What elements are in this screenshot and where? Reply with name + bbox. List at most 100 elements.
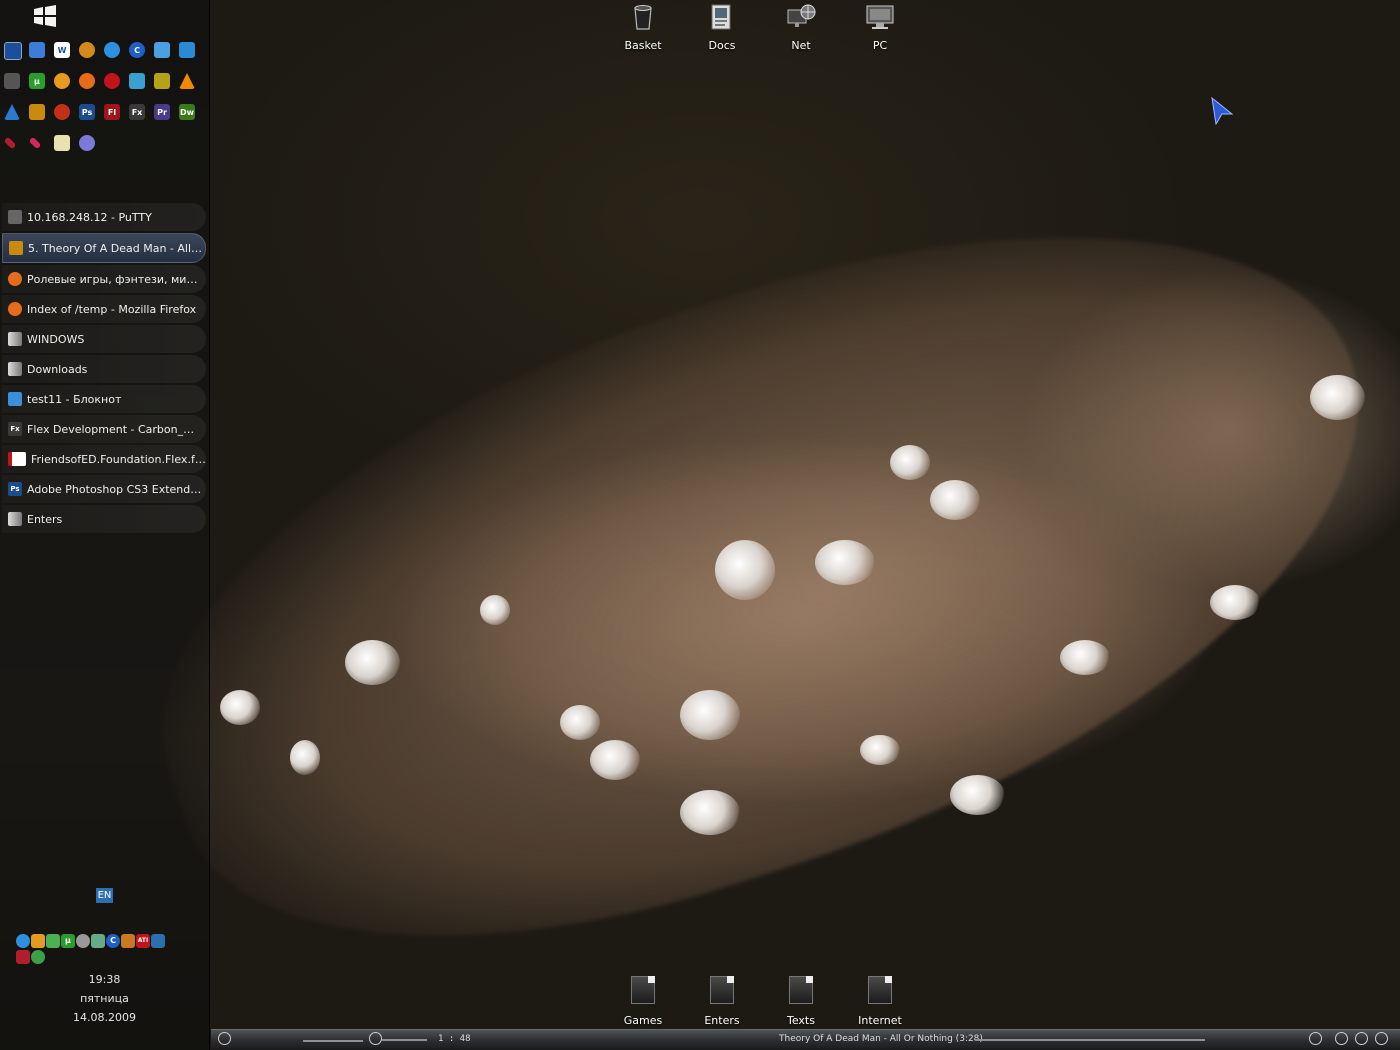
task-item[interactable]: Fx Flex Development - Carbon_mai... [2,415,206,443]
desktop-icon-label: PC [872,39,888,52]
quicklaunch-firefox-icon[interactable] [79,73,95,89]
desktop-icon-pc[interactable]: PC [850,2,910,52]
photoshop-icon: Ps [8,482,22,496]
quicklaunch-settings-icon[interactable] [179,42,195,58]
desktop-icon-label: Basket [624,39,662,52]
firefox-icon [8,302,22,316]
clock[interactable]: 19:38 пятница 14.08.2009 [0,970,209,1027]
tray-network-icon[interactable] [46,934,60,948]
media-prev-button[interactable] [1309,1032,1322,1045]
wallpaper-drop [930,480,980,520]
quicklaunch-document-icon[interactable] [29,42,45,58]
quicklaunch-vlc-icon[interactable] [179,73,195,89]
tray-display-icon[interactable] [151,934,165,948]
task-item[interactable]: Ролевые игры, фэнтези, мифо... [2,265,206,293]
windows-start-icon[interactable] [32,4,58,28]
task-item[interactable]: WINDOWS [2,325,206,353]
desktop-icon-docs[interactable]: Docs [692,2,752,52]
task-item-label: test11 - Блокнот [27,392,122,406]
tray-ati-icon[interactable]: ATI [136,934,150,948]
tray-tool-icon[interactable] [91,934,105,948]
tray-utorrent-icon[interactable]: µ [61,934,75,948]
wallpaper-drop [1310,375,1365,420]
desktop-icon-label: Net [791,39,811,52]
quicklaunch-flex-icon[interactable]: Fx [129,104,145,120]
task-item[interactable]: test11 - Блокнот [2,385,206,413]
folder-icon [8,332,22,346]
basket-icon [634,5,652,30]
desktop-folder-internet[interactable]: Internet [850,976,910,1027]
quicklaunch-ie-icon[interactable] [104,42,120,58]
folder-icon [789,976,813,1004]
quicklaunch-ccleaner-icon[interactable]: C [129,42,145,58]
media-balance-slider[interactable] [382,1039,427,1041]
desktop-icon-label: Enters [704,1014,740,1027]
desktop-icon-net[interactable]: Net [771,2,831,52]
tray-antivirus-icon[interactable] [76,934,90,948]
tray-sync-icon[interactable] [31,950,45,964]
quicklaunch-utorrent-icon[interactable]: µ [29,73,45,89]
quicklaunch-daemon-icon[interactable] [4,104,20,120]
folder-icon [868,976,892,1004]
net-icon [787,4,816,27]
quicklaunch-word-icon[interactable]: W [54,42,70,58]
task-item[interactable]: 5. Theory Of A Dead Man - All O... [2,233,206,263]
wallpaper-drop [680,690,740,740]
folder-icon [8,362,22,376]
quicklaunch-tool-red-icon[interactable] [3,136,17,150]
tray-ie-icon[interactable] [16,934,30,948]
wallpaper-drop [560,705,600,740]
quicklaunch-opera-icon[interactable] [104,73,120,89]
quicklaunch-bug-icon[interactable] [154,73,170,89]
quicklaunch-notepad-icon[interactable] [54,135,70,151]
desktop-folder-games[interactable]: Games [613,976,673,1027]
pc-icon [866,5,894,29]
media-close-button[interactable] [1375,1032,1388,1045]
wallpaper-drop [1060,640,1110,675]
folder-icon [631,976,655,1004]
media-seek-slider[interactable] [975,1039,1205,1041]
quicklaunch-putty-icon[interactable] [4,73,20,89]
media-stop-button[interactable] [369,1032,382,1045]
task-item[interactable]: 10.168.248.12 - PuTTY [2,203,206,231]
task-item[interactable]: Ps Adobe Photoshop CS3 Extende... [2,475,206,503]
media-next-button[interactable] [1335,1032,1348,1045]
task-item[interactable]: Enters [2,505,206,533]
tray-butterfly-icon[interactable] [31,934,45,948]
quicklaunch-winamp-icon[interactable] [79,135,95,151]
quicklaunch-dreamweaver-icon[interactable]: Dw [179,104,195,120]
quicklaunch-messenger-icon[interactable] [129,73,145,89]
quicklaunch-tool-pink-icon[interactable] [28,136,42,150]
desktop-icon-basket[interactable]: Basket [613,2,673,52]
quicklaunch-network-icon[interactable] [79,42,95,58]
language-indicator[interactable]: EN [96,888,113,903]
tray-media-icon[interactable] [16,950,30,964]
desktop-folder-enters[interactable]: Enters [692,976,752,1027]
media-repeat-button[interactable] [1355,1032,1368,1045]
quicklaunch-keyboard-icon[interactable] [154,42,170,58]
tray-ccleaner-icon[interactable]: C [106,934,120,948]
quicklaunch-aimp-icon[interactable] [29,104,45,120]
clock-time: 19:38 [88,973,121,986]
task-item[interactable]: Index of /temp - Mozilla Firefox [2,295,206,323]
system-tray: µ C ATI [16,934,206,966]
tray-grid-icon[interactable] [121,934,135,948]
task-item[interactable]: Downloads [2,355,206,383]
clock-day: пятница [80,992,129,1005]
wallpaper-drop [220,690,260,725]
media-play-button[interactable] [218,1032,231,1045]
quicklaunch-premiere-icon[interactable]: Pr [154,104,170,120]
task-item-label: Downloads [27,362,88,376]
folder-icon [710,976,734,1004]
docs-icon [711,4,731,30]
task-item-label: 10.168.248.12 - PuTTY [27,210,152,224]
quicklaunch-photoshop-icon[interactable]: Ps [79,104,95,120]
task-item[interactable]: FriendsofED.Foundation.Flex.fo... [2,445,206,473]
media-volume-slider[interactable] [303,1040,363,1042]
quicklaunch-calculator-icon[interactable] [4,42,22,60]
desktop-wallpaper [0,0,1400,1050]
quicklaunch-flash-icon[interactable]: Fl [104,104,120,120]
desktop-folder-texts[interactable]: Texts [771,976,831,1027]
quicklaunch-butterfly-icon[interactable] [54,73,70,89]
quicklaunch-media-icon[interactable] [54,104,70,120]
